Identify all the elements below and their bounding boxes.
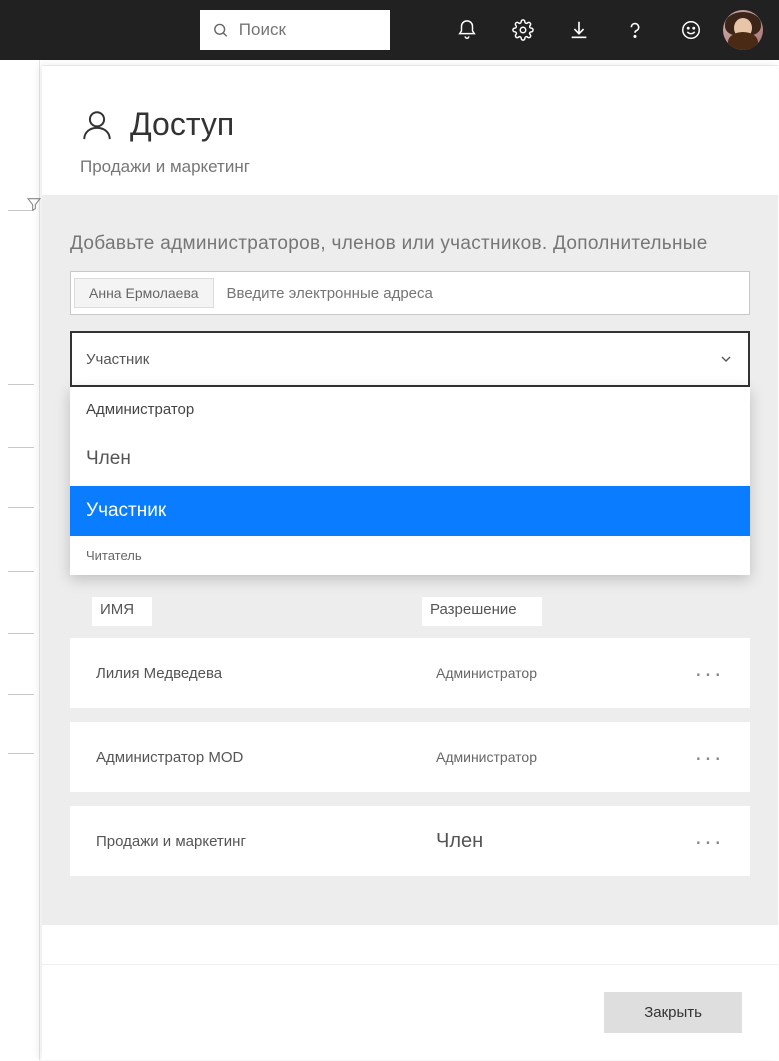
- row-name: Продажи и маркетинг: [96, 833, 436, 850]
- panel-footer: Закрыть: [42, 964, 778, 1060]
- avatar[interactable]: [723, 10, 763, 50]
- filter-icon: [26, 196, 42, 212]
- instruction-text: Добавьте администраторов, членов или уча…: [70, 233, 750, 255]
- role-dropdown: Администратор Член Участник Читатель: [70, 387, 750, 575]
- role-option-participant[interactable]: Участник: [70, 486, 750, 536]
- chevron-down-icon: [718, 351, 734, 367]
- row-perm: Администратор: [436, 665, 676, 681]
- table-rows: Лилия Медведева Администратор ... Админи…: [70, 638, 750, 876]
- panel-title: Доступ: [130, 106, 234, 143]
- role-select-value: Участник: [86, 351, 149, 368]
- role-select[interactable]: Участник: [70, 331, 750, 387]
- close-button[interactable]: Закрыть: [604, 992, 742, 1033]
- col-perm: Разрешение: [422, 597, 542, 626]
- panel-header: Доступ Продажи и маркетинг: [42, 66, 778, 195]
- row-name: Лилия Медведева: [96, 665, 436, 682]
- notifications-icon[interactable]: [439, 0, 495, 60]
- search-box[interactable]: [200, 10, 390, 50]
- access-panel: Доступ Продажи и маркетинг Добавьте адми…: [42, 65, 778, 1060]
- table-row: Продажи и маркетинг Член ...: [70, 806, 750, 876]
- email-input[interactable]: [217, 285, 749, 302]
- table-row: Администратор MOD Администратор ...: [70, 722, 750, 792]
- more-icon[interactable]: ...: [695, 655, 724, 691]
- role-option-admin[interactable]: Администратор: [70, 387, 750, 432]
- search-input[interactable]: [239, 20, 378, 40]
- help-icon[interactable]: [607, 0, 663, 60]
- settings-icon[interactable]: [495, 0, 551, 60]
- table-head: ИМЯ Разрешение: [70, 597, 750, 626]
- role-option-member[interactable]: Член: [70, 432, 750, 486]
- col-name: ИМЯ: [92, 597, 152, 626]
- role-select-wrap: Участник Администратор Член Участник Чит…: [70, 331, 750, 387]
- role-option-reader[interactable]: Читатель: [70, 536, 750, 575]
- more-icon[interactable]: ...: [695, 823, 724, 859]
- topbar-icons: [439, 0, 763, 60]
- smile-icon[interactable]: [663, 0, 719, 60]
- row-name: Администратор MOD: [96, 749, 436, 766]
- topbar: [0, 0, 779, 60]
- email-row[interactable]: Анна Ермолаева: [70, 271, 750, 315]
- user-chip[interactable]: Анна Ермолаева: [74, 278, 214, 308]
- search-icon: [212, 20, 229, 40]
- person-icon: [80, 108, 114, 142]
- panel-subtitle: Продажи и маркетинг: [80, 157, 740, 177]
- download-icon[interactable]: [551, 0, 607, 60]
- row-perm: Член: [436, 830, 676, 853]
- panel-body: Добавьте администраторов, членов или уча…: [42, 195, 778, 925]
- row-perm: Администратор: [436, 749, 676, 765]
- table-row: Лилия Медведева Администратор ...: [70, 638, 750, 708]
- more-icon[interactable]: ...: [695, 739, 724, 775]
